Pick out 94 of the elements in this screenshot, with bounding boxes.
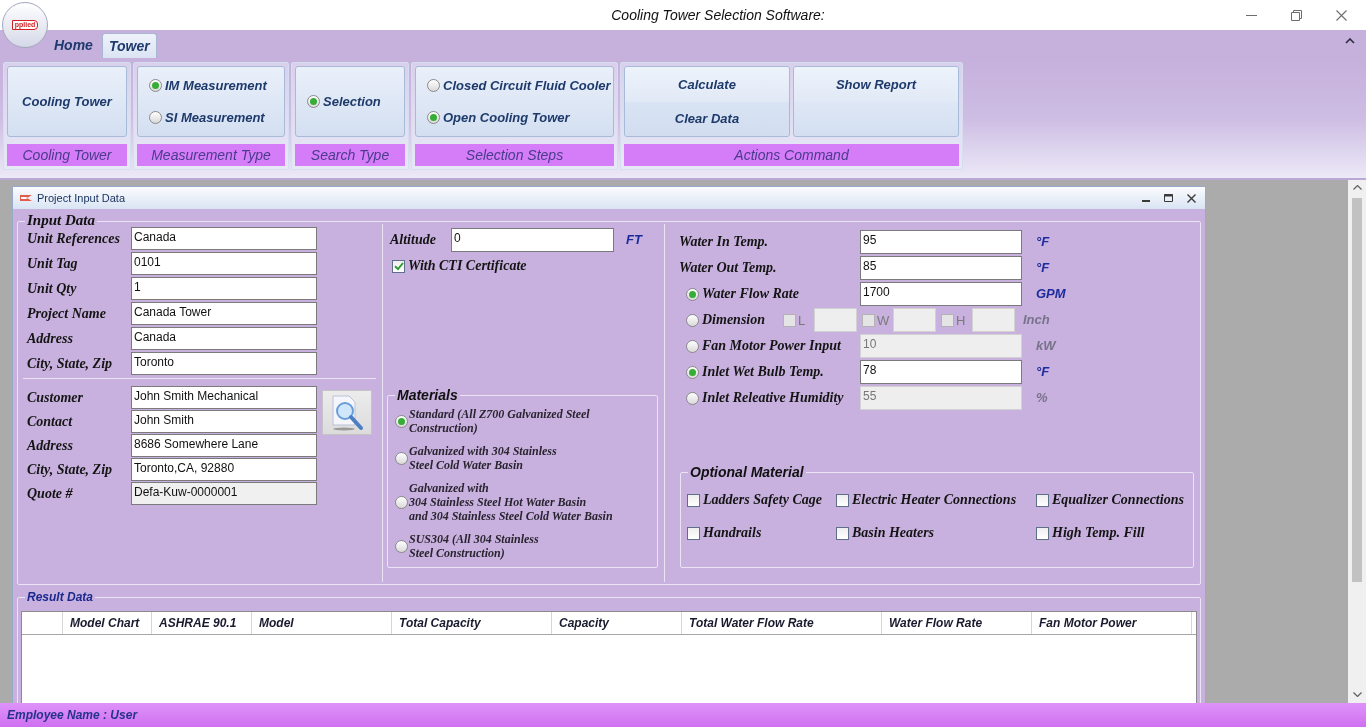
input-field[interactable]: 1 xyxy=(131,277,317,300)
ribbon-radio[interactable]: Closed Circuit Fluid Cooler xyxy=(427,77,613,94)
input-field[interactable]: Toronto xyxy=(131,352,317,375)
group-label: Search Type xyxy=(295,144,405,166)
field-label: Address xyxy=(27,330,73,347)
field-label: Altitude xyxy=(390,232,436,248)
option-checkbox[interactable]: Ladders Safety Cage xyxy=(687,492,822,508)
input-field[interactable]: 1700 xyxy=(860,282,1022,306)
column-header[interactable]: ASHRAE 90.1 xyxy=(152,612,252,634)
input-field[interactable]: Toronto,CA, 92880 xyxy=(131,458,317,481)
unit-label: kW xyxy=(1036,337,1056,356)
column-header[interactable]: Water Flow Rate xyxy=(882,612,1032,634)
field-label: Unit Tag xyxy=(27,255,78,272)
unit-label: Inch xyxy=(1023,311,1050,330)
ribbon-tab[interactable]: Home xyxy=(48,33,99,58)
group-title: Result Data xyxy=(25,590,96,604)
field-label: Unit References xyxy=(27,230,120,247)
field-label: Unit Qty xyxy=(27,280,77,297)
maximize-icon[interactable] xyxy=(1164,194,1173,202)
search-icon xyxy=(330,394,364,431)
group-label: Cooling Tower xyxy=(7,144,127,166)
unit-label: % xyxy=(1036,389,1048,408)
group-label: Measurement Type xyxy=(137,144,285,166)
unit-label: °F xyxy=(1036,363,1050,382)
group-title: Optional Material xyxy=(688,464,806,480)
status-text: Employee Name : User xyxy=(7,707,138,724)
cti-checkbox[interactable]: With CTI Certificate xyxy=(392,258,527,274)
option-checkbox[interactable]: Electric Heater Connections xyxy=(836,492,1017,508)
unit-label: FT xyxy=(626,231,642,250)
minimize-icon[interactable] xyxy=(1246,14,1257,16)
ribbon-radio[interactable]: IM Measurement xyxy=(149,77,284,94)
chevron-up-icon[interactable] xyxy=(1345,38,1355,44)
input-field[interactable]: 78 xyxy=(860,360,1022,384)
close-icon[interactable] xyxy=(1187,193,1196,203)
input-field[interactable]: Canada xyxy=(131,327,317,350)
ribbon-button[interactable]: Clear Data xyxy=(625,101,789,137)
ribbon-radio[interactable]: Open Cooling Tower xyxy=(427,109,613,126)
close-icon[interactable] xyxy=(1336,9,1347,21)
material-radio[interactable]: Galvanized with 304 Stainless Steel Hot Water Basin and 304 Stainless Steel Cold Water Basin xyxy=(395,481,657,523)
input-field[interactable]: John Smith xyxy=(131,410,317,433)
input-field[interactable]: Defa-Kuw-0000001 xyxy=(131,482,317,505)
condition-radio[interactable]: Inlet Wet Bulb Temp. xyxy=(686,364,824,380)
ribbon-tab[interactable]: Tower xyxy=(101,33,157,58)
option-checkbox[interactable]: Basin Heaters xyxy=(836,525,935,541)
column-header[interactable]: Total Water Flow Rate xyxy=(682,612,882,634)
group-title: Materials xyxy=(395,388,460,403)
chevron-down-icon[interactable] xyxy=(1352,692,1362,697)
option-checkbox[interactable]: High Temp. Fill xyxy=(1036,525,1145,541)
material-radio[interactable]: Galvanized with 304 Stainless Steel Cold Water Basin xyxy=(395,444,657,472)
input-field[interactable]: Canada xyxy=(131,227,317,250)
column-header[interactable]: Total Capacity xyxy=(392,612,552,634)
column-header[interactable]: Model Chart xyxy=(63,612,152,634)
group-label: Selection Steps xyxy=(415,144,614,166)
window-title: Cooling Tower Selection Software: xyxy=(611,5,825,25)
input-field[interactable]: 95 xyxy=(860,230,1022,254)
child-window-title: Project Input Data xyxy=(37,190,126,206)
chevron-up-icon[interactable] xyxy=(1352,185,1362,190)
unit-label: GPM xyxy=(1036,285,1066,304)
vertical-scrollbar[interactable] xyxy=(1348,180,1366,703)
material-radio[interactable]: SUS304 (All 304 Stainless Steel Construction) xyxy=(395,532,657,560)
input-field[interactable]: 85 xyxy=(860,256,1022,280)
material-radio[interactable]: Standard (All Z700 Galvanized Steel Construction) xyxy=(395,407,657,435)
ribbon-radio[interactable]: SI Measurement xyxy=(149,109,284,126)
field-label: Address xyxy=(27,437,73,454)
field-label: Project Name xyxy=(27,305,106,322)
field-label: Customer xyxy=(27,389,83,406)
column-header[interactable]: Capacity xyxy=(552,612,682,634)
group-label: Actions Command xyxy=(624,144,959,166)
column-header[interactable]: Model xyxy=(252,612,392,634)
field-label: Water Out Temp. xyxy=(679,260,777,276)
field-label: City, State, Zip xyxy=(27,461,113,478)
field-label: Quote # xyxy=(27,485,73,502)
input-field[interactable]: 0101 xyxy=(131,252,317,275)
unit-label: °F xyxy=(1036,259,1050,278)
field-label: City, State, Zip xyxy=(27,355,113,372)
input-field[interactable]: 8686 Somewhere Lane xyxy=(131,434,317,457)
pennant-icon xyxy=(20,195,32,201)
field-label: Water In Temp. xyxy=(679,234,769,250)
condition-radio[interactable]: Water Flow Rate xyxy=(686,286,799,302)
search-button[interactable] xyxy=(322,390,372,435)
option-checkbox[interactable]: Handrails xyxy=(687,525,762,541)
ribbon-button[interactable]: Cooling Tower xyxy=(7,66,127,138)
input-field[interactable]: Canada Tower xyxy=(131,302,317,325)
field-label: Contact xyxy=(27,413,73,430)
group-title: Input Data xyxy=(25,213,97,228)
ribbon-button[interactable]: Show Report xyxy=(794,67,958,102)
input-field[interactable]: 0 xyxy=(451,228,614,252)
ribbon-radio[interactable]: Selection xyxy=(307,93,404,110)
input-field[interactable]: John Smith Mechanical xyxy=(131,386,317,409)
scroll-thumb[interactable] xyxy=(1352,198,1362,582)
restore-icon[interactable] xyxy=(1291,9,1302,21)
unit-label: °F xyxy=(1036,233,1050,252)
option-checkbox[interactable]: Equalizer Connections xyxy=(1036,492,1184,508)
column-header[interactable]: Fan Motor Power xyxy=(1032,612,1192,634)
